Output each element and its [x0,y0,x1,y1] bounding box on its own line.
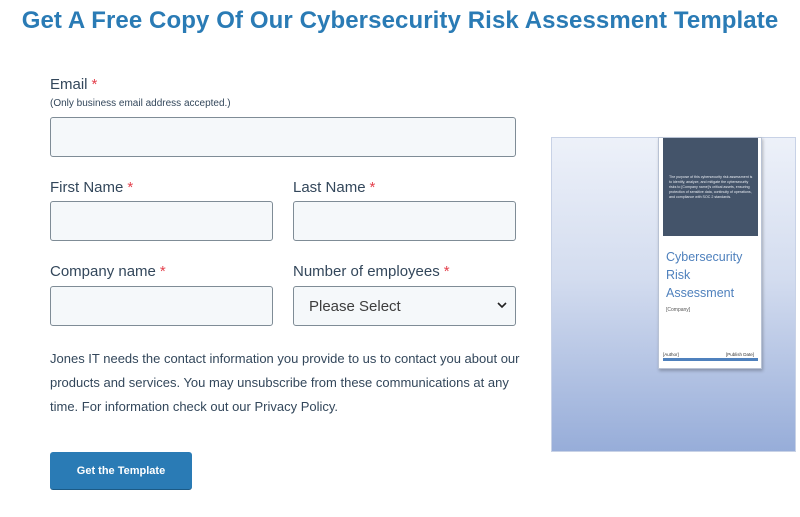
last-name-label: Last Name * [293,179,375,196]
last-name-label-text: Last Name [293,179,366,196]
company-label-text: Company name [50,263,156,280]
chevron-down-icon [497,302,507,309]
cover-author: [Author] [663,352,679,357]
required-marker: * [91,76,98,93]
required-marker: * [159,263,166,280]
last-name-field[interactable] [293,201,516,241]
cover-footer: [Author] [Publish Date] [663,352,758,357]
first-name-label-text: First Name [50,179,124,196]
cover-title-line: Risk [666,268,691,282]
cover-company: [Company] [666,307,691,313]
first-name-label: First Name * [50,179,133,196]
email-hint: (Only business email address accepted.) [50,98,231,109]
email-field[interactable] [50,117,516,157]
employees-select[interactable]: Please Select [293,286,516,326]
email-label-text: Email [50,76,88,93]
cover-band-text: The purpose of this cybersecurity risk a… [669,175,753,199]
employees-selected-value: Please Select [309,298,401,315]
cover-footer-rule [663,358,758,361]
email-label: Email * [50,76,97,93]
cover-title-line: Assessment [666,286,735,300]
page-title: Get A Free Copy Of Our Cybersecurity Ris… [21,7,779,34]
employees-label: Number of employees * [293,263,450,280]
privacy-notice: Jones IT needs the contact information y… [50,351,520,414]
cover-title: Cybersecurity Risk Assessment [666,248,760,302]
employees-label-text: Number of employees [293,263,440,280]
required-marker: * [443,263,450,280]
required-marker: * [369,179,376,196]
first-name-field[interactable] [50,201,273,241]
required-marker: * [127,179,134,196]
get-template-button[interactable]: Get the Template [50,452,192,490]
company-label: Company name * [50,263,166,280]
cover-title-line: Cybersecurity [666,250,743,264]
cover-header-band: The purpose of this cybersecurity risk a… [663,138,758,236]
cover-date: [Publish Date] [725,352,754,357]
company-field[interactable] [50,286,273,326]
template-document-page: The purpose of this cybersecurity risk a… [658,137,762,369]
